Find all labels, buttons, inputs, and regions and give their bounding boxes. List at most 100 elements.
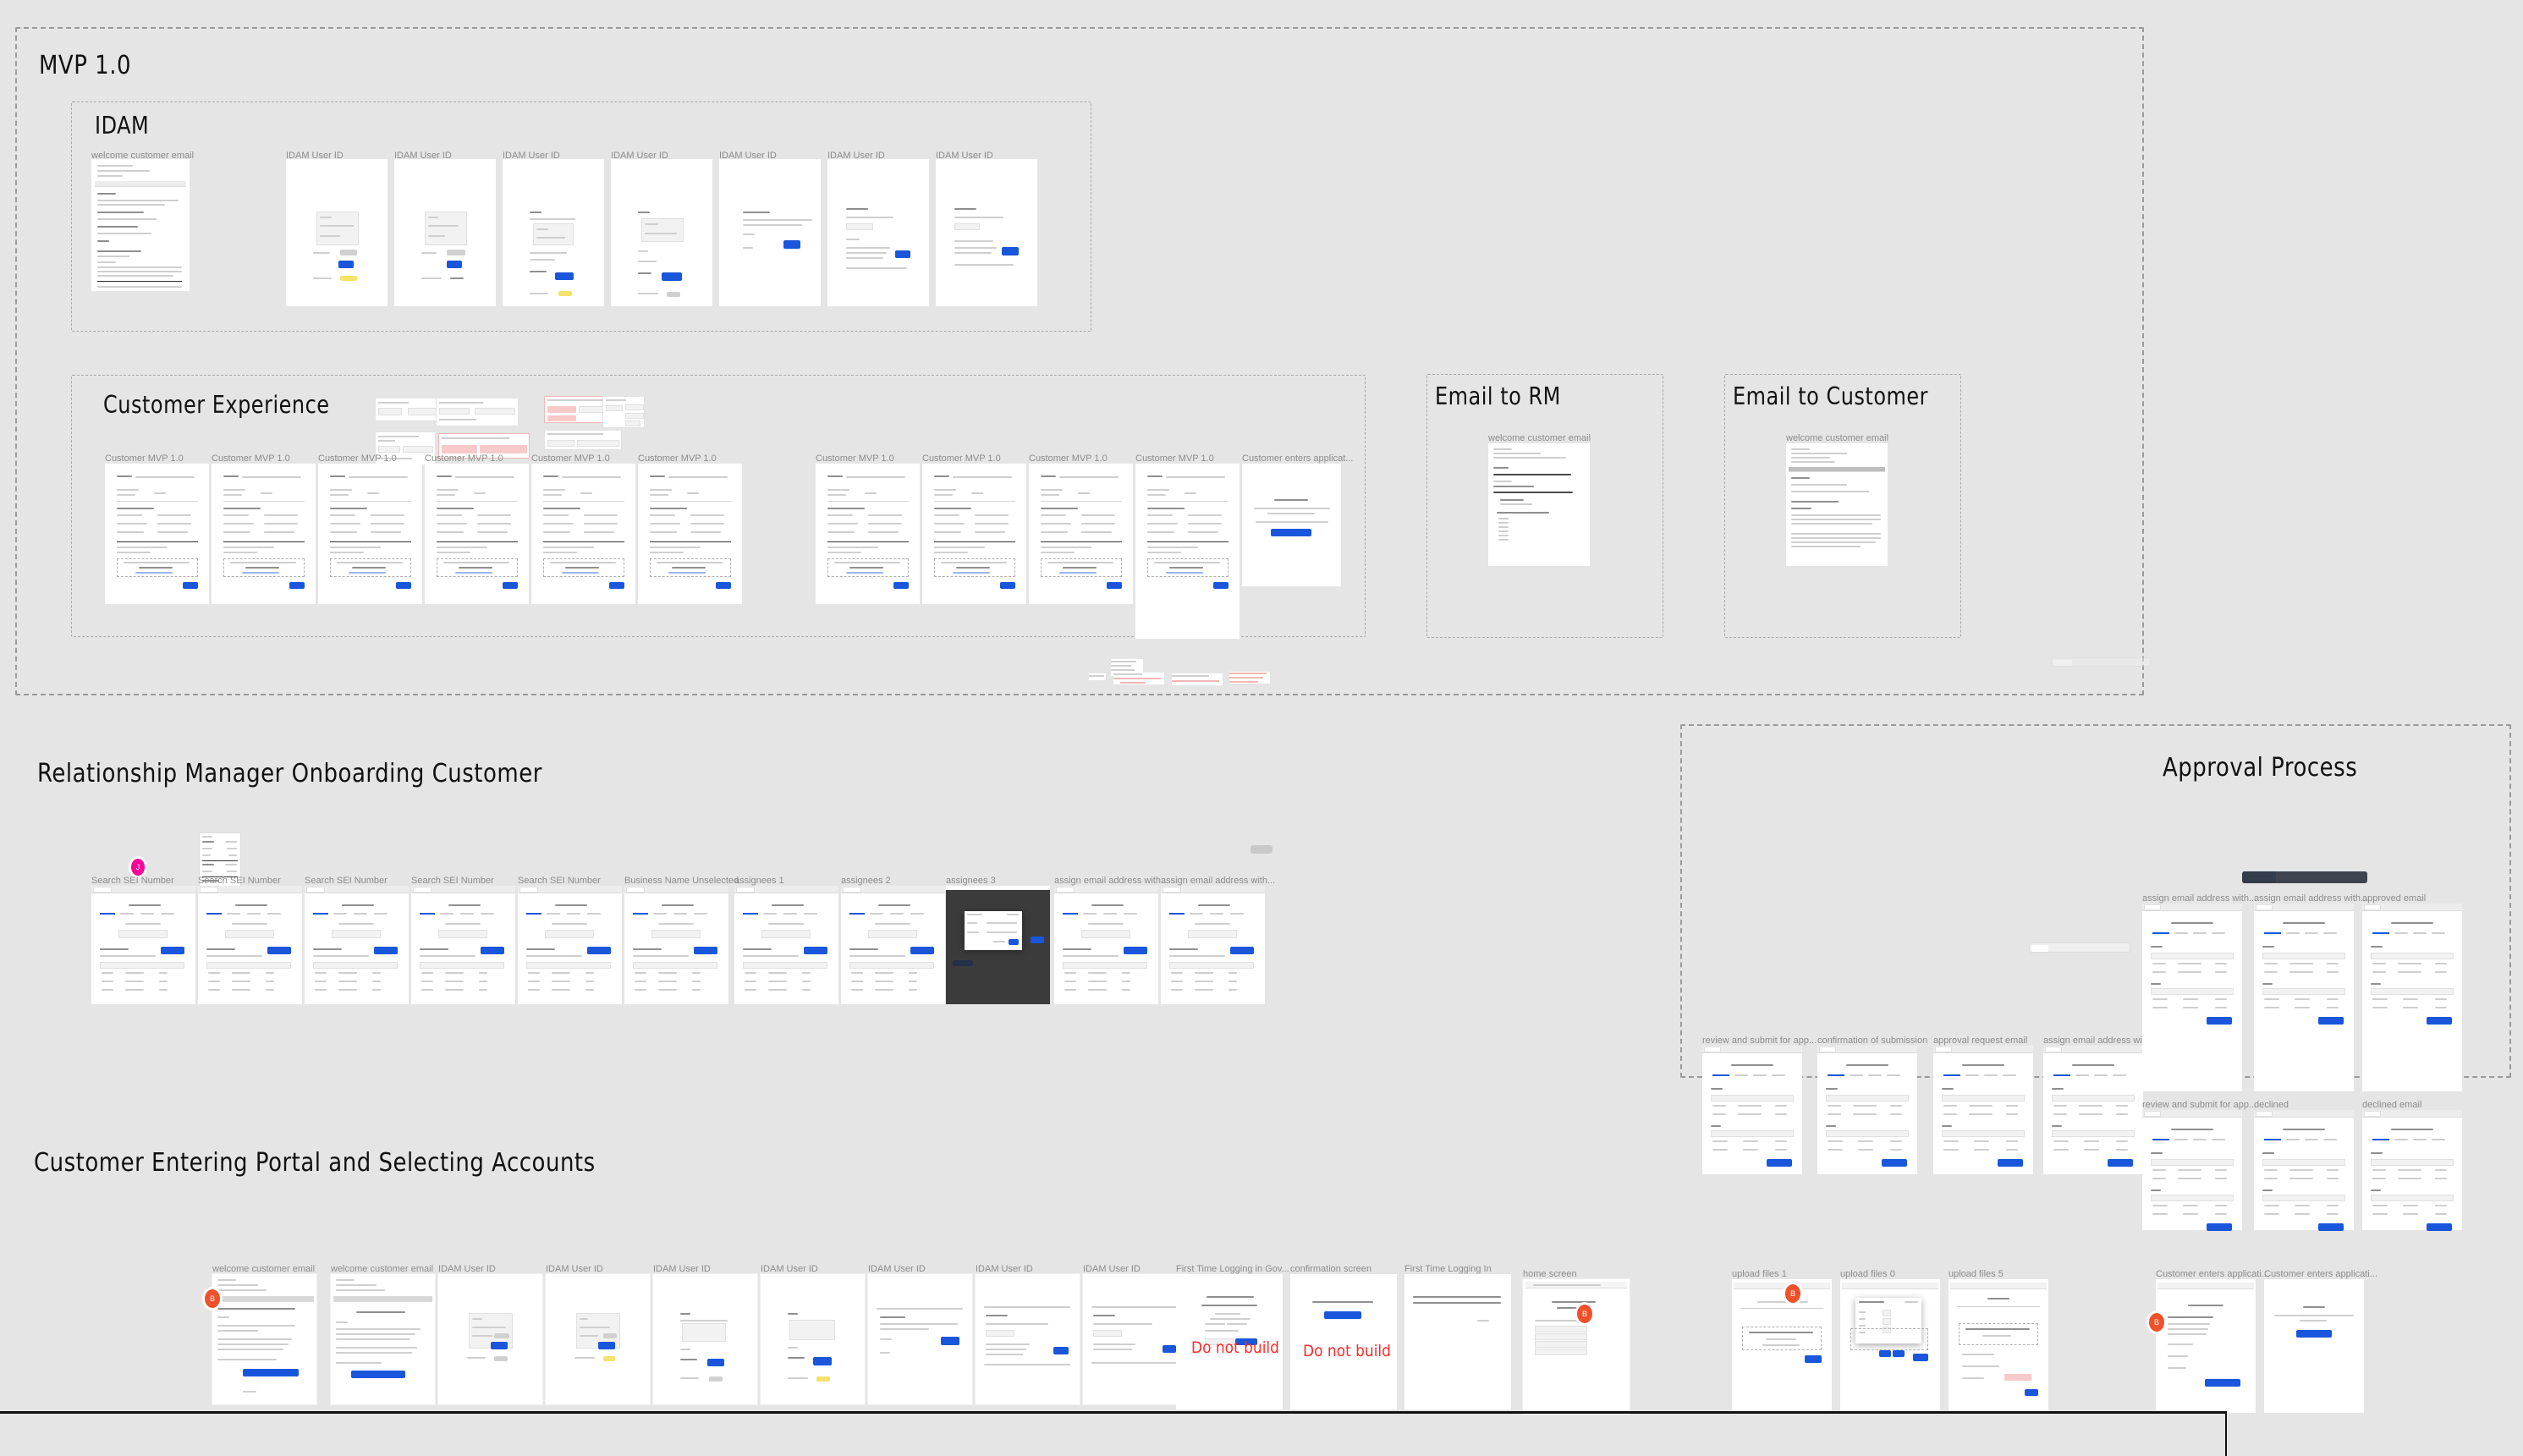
wireframe-detail: [555, 904, 587, 906]
card-cp-7[interactable]: [976, 1274, 1080, 1404]
wireframe-detail: [1147, 523, 1178, 525]
card-idam-welcome-email[interactable]: [91, 159, 190, 291]
card-idam-user-id-4[interactable]: [611, 159, 712, 306]
card-idam-user-id-7[interactable]: [936, 159, 1037, 306]
card-rm-4[interactable]: [518, 886, 622, 1004]
avatar-comment-b-13[interactable]: B: [1785, 1284, 1800, 1303]
card-ce-5[interactable]: [638, 464, 742, 604]
card-rm-0[interactable]: [91, 886, 195, 1004]
wireframe-detail: [2435, 1213, 2447, 1215]
wireframe-detail: [743, 955, 799, 957]
card-ap-9[interactable]: [2362, 1110, 2462, 1231]
wireframe-detail: [266, 972, 274, 974]
card-ap-7[interactable]: [2142, 1110, 2242, 1231]
wireframe-detail: [768, 972, 787, 974]
card-ap-4[interactable]: [2142, 904, 2242, 1091]
wireframe-detail: [330, 508, 367, 509]
card-idam-user-id-6[interactable]: [827, 159, 929, 306]
figjam-board-canvas[interactable]: MVP 1.0 IDAM welcome customer email IDAM…: [0, 0, 2523, 1456]
card-ce-2[interactable]: [318, 464, 422, 604]
card-rm-1[interactable]: [198, 886, 302, 1004]
approval-comment-pill[interactable]: [2029, 942, 2130, 953]
wireframe-detail: [125, 981, 144, 982]
card-cp-16[interactable]: [2156, 1279, 2256, 1413]
card-ap-8[interactable]: [2254, 1110, 2354, 1231]
card-ce-1[interactable]: [212, 464, 316, 604]
card-cp-15[interactable]: [1949, 1279, 2048, 1413]
approval-search-button[interactable]: [2242, 871, 2276, 883]
card-cp-17[interactable]: [2264, 1279, 2364, 1413]
card-ce-3[interactable]: [425, 464, 529, 604]
card-ap-6[interactable]: [2362, 904, 2462, 1091]
card-cp-4[interactable]: [653, 1274, 757, 1404]
wireframe-detail: [543, 508, 580, 509]
card-idam-user-id-2[interactable]: [394, 159, 496, 306]
card-ce-8[interactable]: [1029, 464, 1133, 604]
wireframe-detail: [445, 923, 481, 925]
card-cp-2[interactable]: [438, 1274, 542, 1404]
card-ap-1[interactable]: [1817, 1046, 1917, 1174]
wireframe-detail: [371, 514, 404, 516]
card-rm-6[interactable]: [734, 886, 838, 1004]
card-ce-6[interactable]: [816, 464, 920, 604]
wireframe-detail: [100, 948, 129, 950]
card-cp-13[interactable]: [1732, 1279, 1832, 1413]
card-rm-10[interactable]: [1161, 886, 1265, 1004]
wireframe-detail: [338, 989, 357, 991]
avatar-cursor-j[interactable]: J: [131, 859, 145, 876]
card-ap-0[interactable]: [1702, 1046, 1802, 1174]
wireframe-detail: [479, 989, 487, 991]
wireframe-detail: [2151, 953, 2234, 959]
card-email-to-customer[interactable]: [1786, 443, 1888, 566]
card-cp-3[interactable]: [546, 1274, 650, 1404]
board-search-pill-mvp[interactable]: [2051, 657, 2151, 667]
wireframe-detail: [528, 981, 540, 982]
card-cp-5[interactable]: [761, 1274, 865, 1404]
wireframe-detail: [2305, 1139, 2318, 1140]
wireframe-detail: [1195, 923, 1230, 925]
card-cp-6[interactable]: [868, 1274, 972, 1404]
card-ce-9[interactable]: [1135, 464, 1240, 639]
card-label-rm-5: Business Name Unselected: [624, 876, 739, 886]
wireframe-detail: [526, 948, 555, 950]
card-rm-9[interactable]: [1054, 886, 1158, 1004]
wireframe-detail: [242, 572, 279, 574]
card-idam-user-id-1[interactable]: [286, 159, 388, 306]
wireframe-detail: [2215, 971, 2227, 973]
card-cp-11[interactable]: [1404, 1274, 1511, 1409]
wireframe-detail: [1943, 1149, 1959, 1151]
card-ap-5[interactable]: [2254, 904, 2354, 1091]
wireframe-detail: [587, 947, 611, 954]
card-cp-14[interactable]: [1840, 1279, 1940, 1413]
card-label-rm-0: Search SEI Number: [91, 876, 174, 886]
wireframe-detail: [420, 955, 475, 957]
card-cp-12[interactable]: [1523, 1279, 1630, 1415]
card-ce-4[interactable]: [531, 464, 635, 604]
wireframe-detail: [413, 887, 431, 893]
card-rm-8[interactable]: [946, 886, 1050, 1004]
card-ap-2[interactable]: [1933, 1046, 2033, 1174]
card-cp-1[interactable]: [331, 1274, 435, 1404]
card-rm-3[interactable]: [411, 886, 515, 1004]
card-ce-0[interactable]: [105, 464, 209, 604]
wireframe-detail: [338, 972, 357, 974]
avatar-comment-b-12[interactable]: B: [1577, 1305, 1592, 1323]
card-email-to-rm[interactable]: [1488, 443, 1590, 566]
card-cp-0[interactable]: [212, 1274, 316, 1404]
wireframe-detail: [1190, 913, 1203, 915]
wireframe-detail: [668, 572, 706, 574]
card-ce-7[interactable]: [922, 464, 1026, 604]
rm-floating-toolbar[interactable]: [1251, 845, 1272, 854]
card-rm-7[interactable]: [841, 886, 945, 1004]
card-cp-8[interactable]: [1083, 1274, 1187, 1404]
card-rm-2[interactable]: [305, 886, 409, 1004]
card-idam-user-id-5[interactable]: [719, 159, 821, 306]
avatar-comment-b-16[interactable]: B: [2149, 1313, 2164, 1332]
card-ce-10[interactable]: [1242, 464, 1341, 586]
card-idam-user-id-3[interactable]: [503, 159, 604, 306]
card-ap-3[interactable]: [2043, 1046, 2143, 1174]
card-rm-5[interactable]: [624, 886, 728, 1004]
card-label-cp-6: IDAM User ID: [868, 1264, 926, 1274]
wireframe-detail: [1041, 475, 1056, 477]
avatar-comment-b-0[interactable]: B: [205, 1289, 220, 1308]
